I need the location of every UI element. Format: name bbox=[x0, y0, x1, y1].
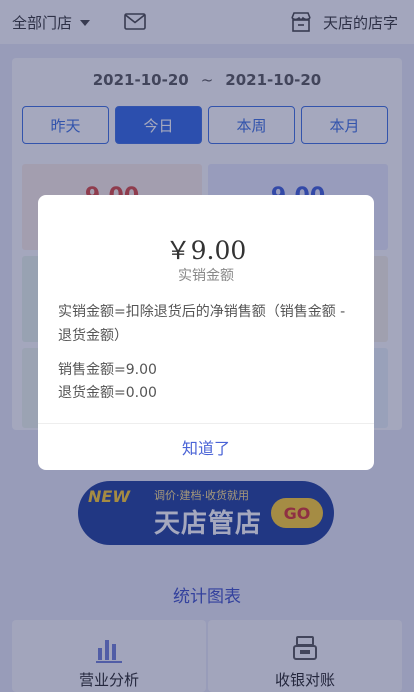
modal-sales-line: 销售金额=9.00 bbox=[58, 362, 157, 378]
modal-description: 实销金额=扣除退货后的净销售额（销售金额 -退货金额） bbox=[58, 304, 346, 344]
modal-amount: ￥9.00 bbox=[165, 236, 247, 265]
modal-return-line: 退货金额=0.00 bbox=[58, 385, 157, 401]
sales-info-dialog: ￥9.00 实销金额 实销金额=扣除退货后的净销售额（销售金额 -退货金额） 销… bbox=[38, 195, 374, 470]
modal-detail: 销售金额=9.00 退货金额=0.00 bbox=[58, 359, 157, 405]
modal-confirm-button[interactable]: 知道了 bbox=[38, 423, 374, 470]
modal-amount-label: 实销金额 bbox=[178, 268, 234, 284]
